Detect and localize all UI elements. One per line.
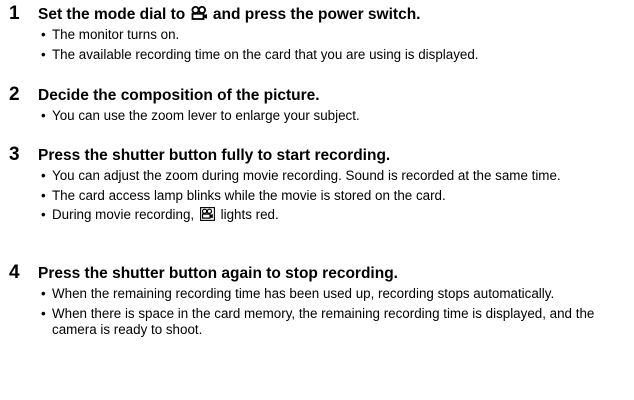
movie-mode-icon bbox=[191, 6, 207, 20]
bullet-text: When the remaining recording time has be… bbox=[52, 286, 555, 301]
bullet-text: You can use the zoom lever to enlarge yo… bbox=[52, 108, 360, 123]
bullet-marker: • bbox=[41, 27, 46, 42]
bullet-text: The monitor turns on. bbox=[52, 27, 180, 42]
bullet-marker: • bbox=[41, 187, 46, 203]
step-heading: Set the mode dial to and press the power… bbox=[38, 5, 420, 25]
bullet-marker: • bbox=[41, 168, 46, 183]
step-heading: Decide the composition of the picture. bbox=[38, 87, 320, 104]
heading-text-after: and press the power switch. bbox=[212, 6, 421, 23]
bullet-marker: • bbox=[41, 46, 46, 62]
step-heading: Press the shutter button again to stop r… bbox=[38, 265, 398, 282]
bullet-list: • You can adjust the zoom during movie re… bbox=[40, 168, 632, 227]
bullet-item: • When the remaining recording time has b… bbox=[40, 286, 632, 303]
bullet-item: • When there is space in the card memory,… bbox=[40, 306, 632, 339]
step-number: 2 bbox=[9, 84, 20, 105]
step-number: 3 bbox=[9, 144, 20, 165]
bullet-item: • You can adjust the zoom during movie re… bbox=[40, 168, 632, 185]
bullet-text-before: During movie recording, bbox=[52, 207, 195, 222]
bullet-item: • During movie recording, lights red. bbox=[40, 207, 632, 224]
bullet-marker: • bbox=[41, 305, 46, 321]
bullet-list: • You can use the zoom lever to enlarge y… bbox=[40, 108, 632, 128]
bullet-marker: • bbox=[41, 108, 46, 123]
bullet-text: The card access lamp blinks while the mo… bbox=[52, 187, 446, 203]
step-number: 4 bbox=[9, 262, 20, 283]
step-number: 1 bbox=[9, 3, 20, 24]
bullet-marker: • bbox=[41, 286, 46, 301]
bullet-text: The available recording time on the card… bbox=[52, 46, 479, 62]
bullet-list: • The monitor turns on. • The available re… bbox=[40, 27, 632, 66]
bullet-text: You can adjust the zoom during movie rec… bbox=[52, 168, 561, 183]
bullet-item: • The card access lamp blinks while the m… bbox=[40, 188, 632, 205]
bullet-item: • You can use the zoom lever to enlarge y… bbox=[40, 108, 632, 125]
bullet-text-after: lights red. bbox=[220, 207, 279, 222]
bullet-item: • The available recording time on the car… bbox=[40, 47, 632, 64]
bullet-marker: • bbox=[41, 207, 46, 222]
movie-indicator-icon bbox=[199, 207, 215, 221]
bullet-item: • The monitor turns on. bbox=[40, 27, 632, 44]
heading-text-before: Set the mode dial to bbox=[38, 6, 186, 23]
bullet-list: • When the remaining recording time has b… bbox=[40, 286, 632, 342]
bullet-text: When there is space in the card memory, … bbox=[52, 305, 595, 338]
step-heading: Press the shutter button fully to start … bbox=[38, 147, 391, 164]
